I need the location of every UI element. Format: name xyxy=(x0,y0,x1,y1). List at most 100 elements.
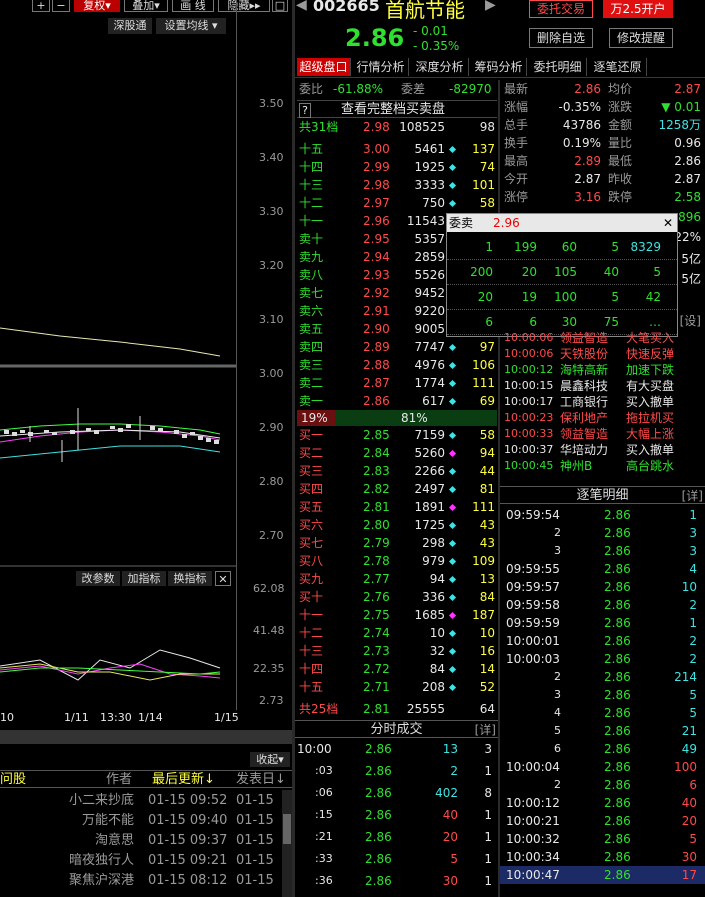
alert-row[interactable]: 10:00:15 晨鑫科技 有大买盘 xyxy=(502,378,705,394)
level-label: 十五 xyxy=(299,680,324,694)
quote-label: 最新 xyxy=(504,82,529,96)
alert-row[interactable]: 10:00:12 海特高新 加速下跌 xyxy=(502,362,705,378)
zhubi-price: 2.86 xyxy=(604,724,631,738)
price-tick: 2.70 xyxy=(259,529,284,542)
tab-wengu[interactable]: 问股 xyxy=(0,771,26,788)
alert-row[interactable]: 10:00:45 神州B 高台跳水 xyxy=(502,458,705,474)
order-dot-icon xyxy=(448,181,457,190)
shengutong-button[interactable]: 深股通 xyxy=(108,18,152,34)
tab-depth-analysis[interactable]: 深度分析 xyxy=(411,58,469,76)
guba-author: 万能不能 xyxy=(81,813,134,828)
ratio-bar: 19% 81% xyxy=(297,410,497,426)
tab-order-detail[interactable]: 委托明细 xyxy=(529,58,587,76)
buy-level-row[interactable]: 买九 2.77 94 13 xyxy=(297,570,497,588)
level-volume: 750 xyxy=(422,196,445,210)
zhubi-row: 10:00:32 2.86 5 xyxy=(500,830,705,848)
close-icon[interactable]: ✕ xyxy=(663,214,673,232)
guba-row[interactable]: 万能不能 01-15 09:40 01-15 xyxy=(0,812,280,830)
guba-scrollbar[interactable] xyxy=(282,790,292,897)
alert-row[interactable]: 10:00:06 天铁股份 快速反弹 xyxy=(502,346,705,362)
buy-level-row[interactable]: 买二 2.84 5260 94 xyxy=(297,444,497,462)
buy-level-row[interactable]: 买一 2.85 7159 58 xyxy=(297,426,497,444)
alert-row[interactable]: 10:00:06 领益智造 大笔买入 xyxy=(502,330,705,346)
overlay-dropdown[interactable]: 叠加▾ xyxy=(124,0,168,12)
quote-label: 今开 xyxy=(504,172,529,186)
column-author[interactable]: 作者 xyxy=(106,771,132,788)
alert-event: 买入撤单 xyxy=(626,443,675,457)
quote-label: 涨停 xyxy=(504,190,529,204)
level-label: 卖九 xyxy=(299,250,324,264)
tab-tick-replay[interactable]: 逐笔还原 xyxy=(589,58,647,76)
level-label: 卖十 xyxy=(299,232,324,246)
guba-row[interactable]: 小二来抄底 01-15 09:52 01-15 xyxy=(0,792,280,810)
zhubi-price: 2.86 xyxy=(604,796,631,810)
sell-level-row[interactable]: 十五 3.00 5461 137 xyxy=(297,140,497,158)
column-post-time[interactable]: 发表日↓ xyxy=(236,771,286,788)
buy-level-row[interactable]: 买七 2.79 298 43 xyxy=(297,534,497,552)
buy-level-row[interactable]: 十五 2.71 208 52 xyxy=(297,678,497,696)
sell-level-row[interactable]: 十四 2.99 1925 74 xyxy=(297,158,497,176)
zhubi-detail-link[interactable]: [详] xyxy=(682,487,703,505)
fenshi-time: 10:00 xyxy=(297,742,332,756)
guba-row[interactable]: 淘意思 01-15 09:37 01-15 xyxy=(0,832,280,850)
zhubi-row: 10:00:12 2.86 40 xyxy=(500,794,705,812)
collapse-button[interactable]: 收起▾ xyxy=(250,752,290,767)
help-icon[interactable]: ? xyxy=(299,103,311,118)
switch-indicator-button[interactable]: 换指标 xyxy=(168,571,212,586)
guba-row[interactable]: 聚焦沪深港 01-15 08:12 01-15 xyxy=(0,872,280,890)
quote-partial-value[interactable]: [设] xyxy=(680,312,701,329)
fenshi-volume: 30 xyxy=(442,874,458,888)
quote-label: 昨收 xyxy=(608,172,633,186)
buy-level-row[interactable]: 买三 2.83 2266 44 xyxy=(297,462,497,480)
tab-market-analysis[interactable]: 行情分析 xyxy=(353,58,409,76)
guba-row[interactable]: 暗夜独行人 01-15 09:21 01-15 xyxy=(0,852,280,870)
sell-level-row[interactable]: 卖三 2.88 4976 106 xyxy=(297,356,497,374)
buy-level-row[interactable]: 买十 2.76 336 84 xyxy=(297,588,497,606)
zhubi-volume: 1 xyxy=(689,508,697,522)
popup-cell: 60 xyxy=(561,240,577,254)
order-dot-icon xyxy=(448,683,457,692)
full-book-row: ? 查看完整档买卖盘 xyxy=(297,100,497,118)
zoom-out-button[interactable]: − xyxy=(52,0,70,12)
level-label: 十四 xyxy=(299,662,324,676)
level-price: 2.80 xyxy=(363,518,390,532)
fenshi-detail-link[interactable]: [详] xyxy=(475,721,496,739)
sell-level-row[interactable]: 十二 2.97 750 58 xyxy=(297,194,497,212)
buy-level-row[interactable]: 十四 2.72 84 14 xyxy=(297,660,497,678)
column-last-update[interactable]: 最后更新↓ xyxy=(152,771,215,788)
buy-level-row[interactable]: 十一 2.75 1685 187 xyxy=(297,606,497,624)
tab-super-book[interactable]: 超级盘口 xyxy=(297,58,351,76)
buy-level-row[interactable]: 买八 2.78 979 109 xyxy=(297,552,497,570)
set-ma-button[interactable]: 设置均线 ▾ xyxy=(156,18,226,34)
zhubi-volume: 6 xyxy=(689,778,697,792)
sell-level-row[interactable]: 卖四 2.89 7747 97 xyxy=(297,338,497,356)
view-full-book-link[interactable]: 查看完整档买卖盘 xyxy=(341,101,445,119)
tab-chip-analysis[interactable]: 筹码分析 xyxy=(471,58,527,76)
alert-row[interactable]: 10:00:17 工商银行 买入撤单 xyxy=(502,394,705,410)
sell-level-row[interactable]: 卖二 2.87 1774 111 xyxy=(297,374,497,392)
alert-row[interactable]: 10:00:33 领益智造 大幅上涨 xyxy=(502,426,705,442)
zoom-in-button[interactable]: + xyxy=(32,0,50,12)
buy-total-count: 64 xyxy=(479,702,495,716)
buy-level-row[interactable]: 十三 2.73 32 16 xyxy=(297,642,497,660)
buy-level-row[interactable]: 买五 2.81 1891 111 xyxy=(297,498,497,516)
buy-level-row[interactable]: 买六 2.80 1725 43 xyxy=(297,516,497,534)
close-icon[interactable]: ✕ xyxy=(215,571,231,586)
fuquan-dropdown[interactable]: 复权▾ xyxy=(74,0,120,12)
sell-level-row[interactable]: 十三 2.98 3333 101 xyxy=(297,176,497,194)
change-params-button[interactable]: 改参数 xyxy=(76,571,120,586)
chart-scrollbar[interactable] xyxy=(0,730,292,744)
buy-level-row[interactable]: 十二 2.74 10 10 xyxy=(297,624,497,642)
add-indicator-button[interactable]: 加指标 xyxy=(122,571,166,586)
popup-price: 2.96 xyxy=(493,216,520,230)
alert-row[interactable]: 10:00:37 华培动力 买入撤单 xyxy=(502,442,705,458)
draw-line-button[interactable]: 画 线 xyxy=(172,0,214,12)
guba-update: 01-15 09:40 xyxy=(148,813,228,828)
sell-level-row[interactable]: 卖一 2.86 617 69 xyxy=(297,392,497,410)
popup-rows: 1 199 60 5 8329 200 20 105 40 5 20 19 100 5 42 6 6 30 75… xyxy=(447,234,677,336)
price-tick: 3.30 xyxy=(259,205,284,218)
alert-row[interactable]: 10:00:23 保利地产 拖拉机买 xyxy=(502,410,705,426)
buy-level-row[interactable]: 买四 2.82 2497 81 xyxy=(297,480,497,498)
alert-stock: 海特高新 xyxy=(560,363,609,377)
sell-total-volume: 108525 xyxy=(399,120,445,134)
